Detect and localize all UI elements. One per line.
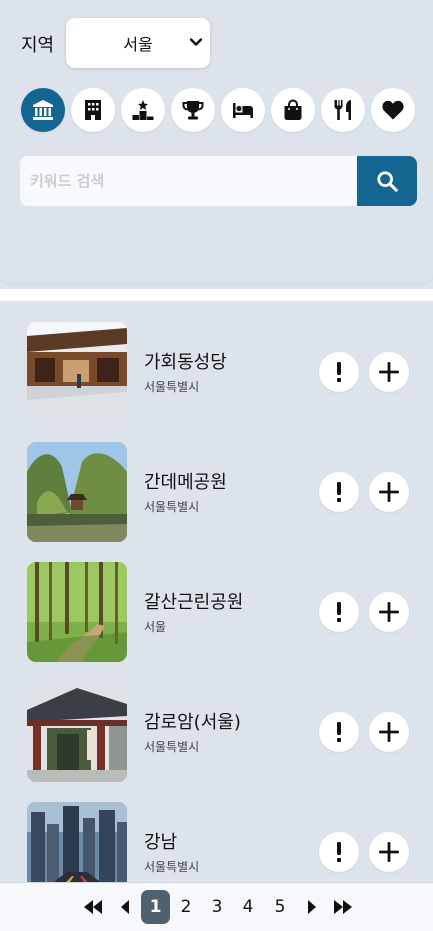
exclamation-icon xyxy=(337,602,341,622)
category-trophy-button[interactable] xyxy=(171,88,215,132)
prev-page-button[interactable] xyxy=(118,890,132,924)
filter-panel: 지역 서울 xyxy=(0,0,433,283)
hanok-courtyard-image xyxy=(27,322,127,422)
add-button[interactable] xyxy=(369,832,409,872)
place-title: 감로암(서울) xyxy=(144,712,241,733)
heart-icon xyxy=(382,100,404,120)
podium-icon xyxy=(132,100,154,120)
exclamation-icon xyxy=(337,842,341,862)
place-region: 서울특별시 xyxy=(144,380,200,394)
place-region: 서울 xyxy=(144,620,167,634)
page-2-button[interactable]: 2 xyxy=(172,890,200,924)
list-item[interactable]: 갈산근린공원 서울 xyxy=(27,562,417,662)
place-thumbnail[interactable] xyxy=(27,802,127,882)
list-item[interactable]: 간데메공원 서울특별시 xyxy=(27,442,417,542)
temple-gate-image xyxy=(27,682,127,782)
page-5-button[interactable]: 5 xyxy=(266,890,294,924)
place-thumbnail[interactable] xyxy=(27,322,127,422)
forest-path-image xyxy=(27,562,127,662)
trophy-icon xyxy=(182,101,204,120)
place-thumbnail[interactable] xyxy=(27,562,127,662)
left-arrow-icon xyxy=(120,900,129,914)
page-4-button[interactable]: 4 xyxy=(234,890,262,924)
place-title: 강남 xyxy=(144,832,178,853)
category-favorite-button[interactable] xyxy=(371,88,415,132)
region-label: 지역 xyxy=(21,35,55,56)
category-food-button[interactable] xyxy=(321,88,365,132)
add-button[interactable] xyxy=(369,712,409,752)
place-region: 서울특별시 xyxy=(144,500,200,514)
exclamation-icon xyxy=(337,362,341,382)
place-title: 간데메공원 xyxy=(144,472,227,493)
info-button[interactable] xyxy=(319,832,359,872)
search-bar xyxy=(20,156,417,206)
list-item[interactable]: 가회동성당 서울특별시 xyxy=(27,322,417,422)
place-title: 가회동성당 xyxy=(144,352,227,373)
info-button[interactable] xyxy=(319,472,359,512)
search-icon xyxy=(377,171,398,192)
pagination: 1 2 3 4 5 xyxy=(0,882,433,931)
park-pavilion-image xyxy=(27,442,127,542)
exclamation-icon xyxy=(337,482,341,502)
shopping-bag-icon xyxy=(284,99,302,120)
chevron-down-icon xyxy=(189,38,203,46)
place-thumbnail[interactable] xyxy=(27,682,127,782)
add-button[interactable] xyxy=(369,472,409,512)
search-button[interactable] xyxy=(357,156,417,206)
section-divider xyxy=(0,289,433,301)
category-hotel-button[interactable] xyxy=(71,88,115,132)
place-region: 서울특별시 xyxy=(144,860,200,874)
add-button[interactable] xyxy=(369,592,409,632)
add-button[interactable] xyxy=(369,352,409,392)
museum-icon xyxy=(33,100,53,120)
plus-icon xyxy=(379,722,399,742)
plus-icon xyxy=(379,482,399,502)
list-item[interactable]: 감로암(서울) 서울특별시 xyxy=(27,682,417,782)
region-select[interactable]: 서울 xyxy=(66,18,210,68)
info-button[interactable] xyxy=(319,352,359,392)
double-left-arrow-icon xyxy=(84,900,102,914)
page-1-button[interactable]: 1 xyxy=(141,890,170,924)
plus-icon xyxy=(379,362,399,382)
first-page-button[interactable] xyxy=(82,890,104,924)
plus-icon xyxy=(379,602,399,622)
place-region: 서울특별시 xyxy=(144,740,200,754)
info-button[interactable] xyxy=(319,592,359,632)
place-list: 가회동성당 서울특별시 간데메공원 서울특별시 갈산근린공원 서울 감로암(서울… xyxy=(0,301,433,882)
city-night-image xyxy=(27,802,127,882)
category-museum-button[interactable] xyxy=(21,88,65,132)
plus-icon xyxy=(379,842,399,862)
right-arrow-icon xyxy=(307,900,316,914)
last-page-button[interactable] xyxy=(332,890,354,924)
next-page-button[interactable] xyxy=(304,890,318,924)
region-selected-value: 서울 xyxy=(123,35,153,54)
bed-icon xyxy=(233,103,253,118)
category-stay-button[interactable] xyxy=(221,88,265,132)
double-right-arrow-icon xyxy=(334,900,352,914)
category-shopping-button[interactable] xyxy=(271,88,315,132)
utensils-icon xyxy=(334,100,351,120)
place-thumbnail[interactable] xyxy=(27,442,127,542)
page-3-button[interactable]: 3 xyxy=(203,890,231,924)
info-button[interactable] xyxy=(319,712,359,752)
keyword-search-input[interactable] xyxy=(20,156,357,206)
hotel-building-icon xyxy=(85,100,101,120)
exclamation-icon xyxy=(337,722,341,742)
category-ranking-button[interactable] xyxy=(121,88,165,132)
list-item[interactable]: 강남 서울특별시 xyxy=(27,802,417,882)
place-title: 갈산근린공원 xyxy=(144,592,244,613)
category-bar xyxy=(21,88,417,132)
